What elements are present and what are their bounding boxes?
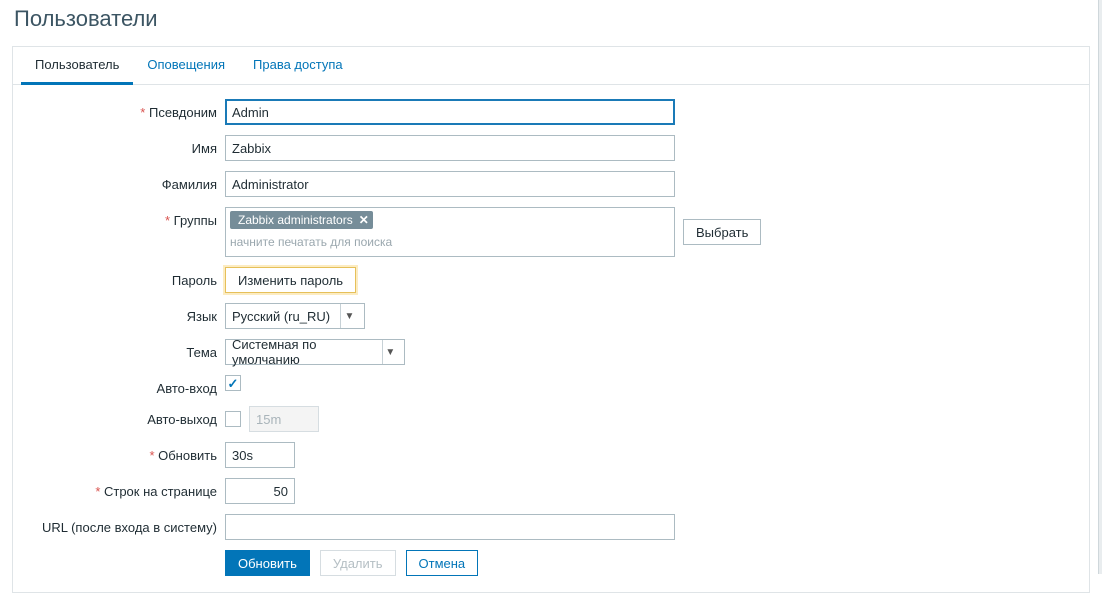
tabs: Пользователь Оповещения Права доступа [13, 47, 1089, 85]
label-name: Имя [192, 141, 217, 156]
label-rows: Строк на странице [95, 484, 217, 499]
alias-input[interactable] [225, 99, 675, 125]
label-groups: Группы [165, 213, 217, 228]
language-select[interactable]: Русский (ru_RU) ▼ [225, 303, 365, 329]
autologout-checkbox[interactable] [225, 411, 241, 427]
label-surname: Фамилия [162, 177, 217, 192]
language-selected: Русский (ru_RU) [232, 309, 330, 324]
form-panel: Пользователь Оповещения Права доступа Пс… [12, 46, 1090, 593]
scrollbar[interactable] [1098, 0, 1102, 574]
groups-hint: начните печатать для поиска [230, 235, 670, 249]
groups-multiselect[interactable]: Zabbix administrators ✕ начните печатать… [225, 207, 675, 257]
url-input[interactable] [225, 514, 675, 540]
label-password: Пароль [172, 273, 217, 288]
change-password-button[interactable]: Изменить пароль [225, 267, 356, 293]
label-url: URL (после входа в систему) [42, 520, 217, 535]
remove-group-icon[interactable]: ✕ [359, 213, 369, 227]
update-button[interactable]: Обновить [225, 550, 310, 576]
theme-selected: Системная по умолчанию [232, 337, 374, 367]
chevron-down-icon: ▼ [340, 304, 358, 328]
group-tag-label: Zabbix administrators [238, 213, 353, 227]
refresh-input[interactable] [225, 442, 295, 468]
delete-button: Удалить [320, 550, 396, 576]
autologout-input [249, 406, 319, 432]
label-autologout: Авто-выход [147, 412, 217, 427]
name-input[interactable] [225, 135, 675, 161]
cancel-button[interactable]: Отмена [406, 550, 479, 576]
label-refresh: Обновить [149, 448, 217, 463]
label-theme: Тема [186, 345, 217, 360]
surname-input[interactable] [225, 171, 675, 197]
autologin-checkbox[interactable] [225, 375, 241, 391]
tab-media[interactable]: Оповещения [133, 47, 239, 85]
page-title: Пользователи [14, 6, 1090, 32]
label-language: Язык [187, 309, 217, 324]
group-tag[interactable]: Zabbix administrators ✕ [230, 211, 373, 229]
select-groups-button[interactable]: Выбрать [683, 219, 761, 245]
tab-perms[interactable]: Права доступа [239, 47, 357, 85]
chevron-down-icon: ▼ [382, 340, 398, 364]
label-autologin: Авто-вход [157, 381, 217, 396]
tab-user[interactable]: Пользователь [21, 47, 133, 85]
rows-input[interactable] [225, 478, 295, 504]
label-alias: Псевдоним [140, 105, 217, 120]
theme-select[interactable]: Системная по умолчанию ▼ [225, 339, 405, 365]
